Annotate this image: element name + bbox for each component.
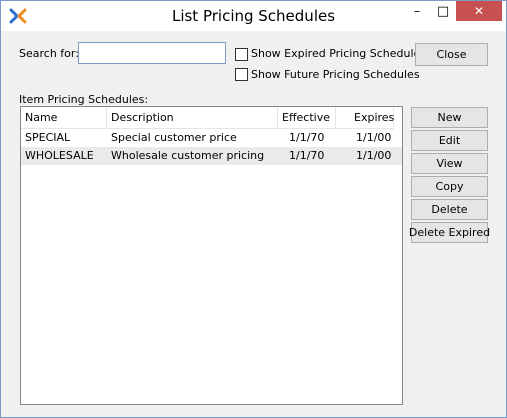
column-header-name[interactable]: Name bbox=[21, 107, 107, 129]
title-bar: List Pricing Schedules – □ ✕ bbox=[1, 1, 506, 31]
pricing-schedules-table[interactable]: Name Description Effective Expires SPECI… bbox=[20, 106, 403, 405]
copy-button[interactable]: Copy bbox=[411, 176, 488, 197]
cell-effective: 1/1/70 bbox=[289, 149, 325, 162]
column-header-description[interactable]: Description bbox=[107, 107, 278, 129]
show-expired-checkbox[interactable] bbox=[235, 48, 248, 61]
search-label: Search for: bbox=[19, 47, 79, 60]
cell-effective: 1/1/70 bbox=[289, 131, 325, 144]
cell-name: SPECIAL bbox=[25, 131, 71, 144]
maximize-button[interactable]: □ bbox=[430, 1, 456, 21]
delete-button[interactable]: Delete bbox=[411, 199, 488, 220]
delete-expired-button[interactable]: Delete Expired bbox=[409, 222, 490, 243]
window-close-button[interactable]: ✕ bbox=[456, 1, 502, 21]
minimize-button[interactable]: – bbox=[404, 1, 430, 21]
cell-expires: 1/1/00 bbox=[356, 131, 392, 144]
close-icon: ✕ bbox=[473, 4, 485, 18]
cell-description: Special customer price bbox=[111, 131, 237, 144]
column-header-expires[interactable]: Expires bbox=[336, 107, 394, 129]
view-button[interactable]: View bbox=[411, 153, 488, 174]
new-button[interactable]: New bbox=[411, 107, 488, 128]
table-row[interactable]: WHOLESALE Wholesale customer pricing 1/1… bbox=[21, 147, 402, 165]
show-expired-label[interactable]: Show Expired Pricing Schedules bbox=[251, 47, 426, 60]
search-input[interactable] bbox=[78, 42, 226, 64]
list-pricing-schedules-window: List Pricing Schedules – □ ✕ Search for:… bbox=[0, 0, 507, 418]
edit-button[interactable]: Edit bbox=[411, 130, 488, 151]
show-future-label[interactable]: Show Future Pricing Schedules bbox=[251, 68, 420, 81]
show-future-checkbox[interactable] bbox=[235, 68, 248, 81]
cell-description: Wholesale customer pricing bbox=[111, 149, 265, 162]
close-button[interactable]: Close bbox=[415, 43, 488, 66]
maximize-icon: □ bbox=[436, 3, 450, 19]
table-row[interactable]: SPECIAL Special customer price 1/1/70 1/… bbox=[21, 129, 402, 147]
item-pricing-schedules-label: Item Pricing Schedules: bbox=[19, 93, 149, 106]
cell-name: WHOLESALE bbox=[25, 149, 94, 162]
minimize-icon: – bbox=[414, 4, 420, 18]
dialog-content: Search for: Show Expired Pricing Schedul… bbox=[8, 32, 499, 410]
column-header-effective[interactable]: Effective bbox=[278, 107, 336, 129]
cell-expires: 1/1/00 bbox=[356, 149, 392, 162]
